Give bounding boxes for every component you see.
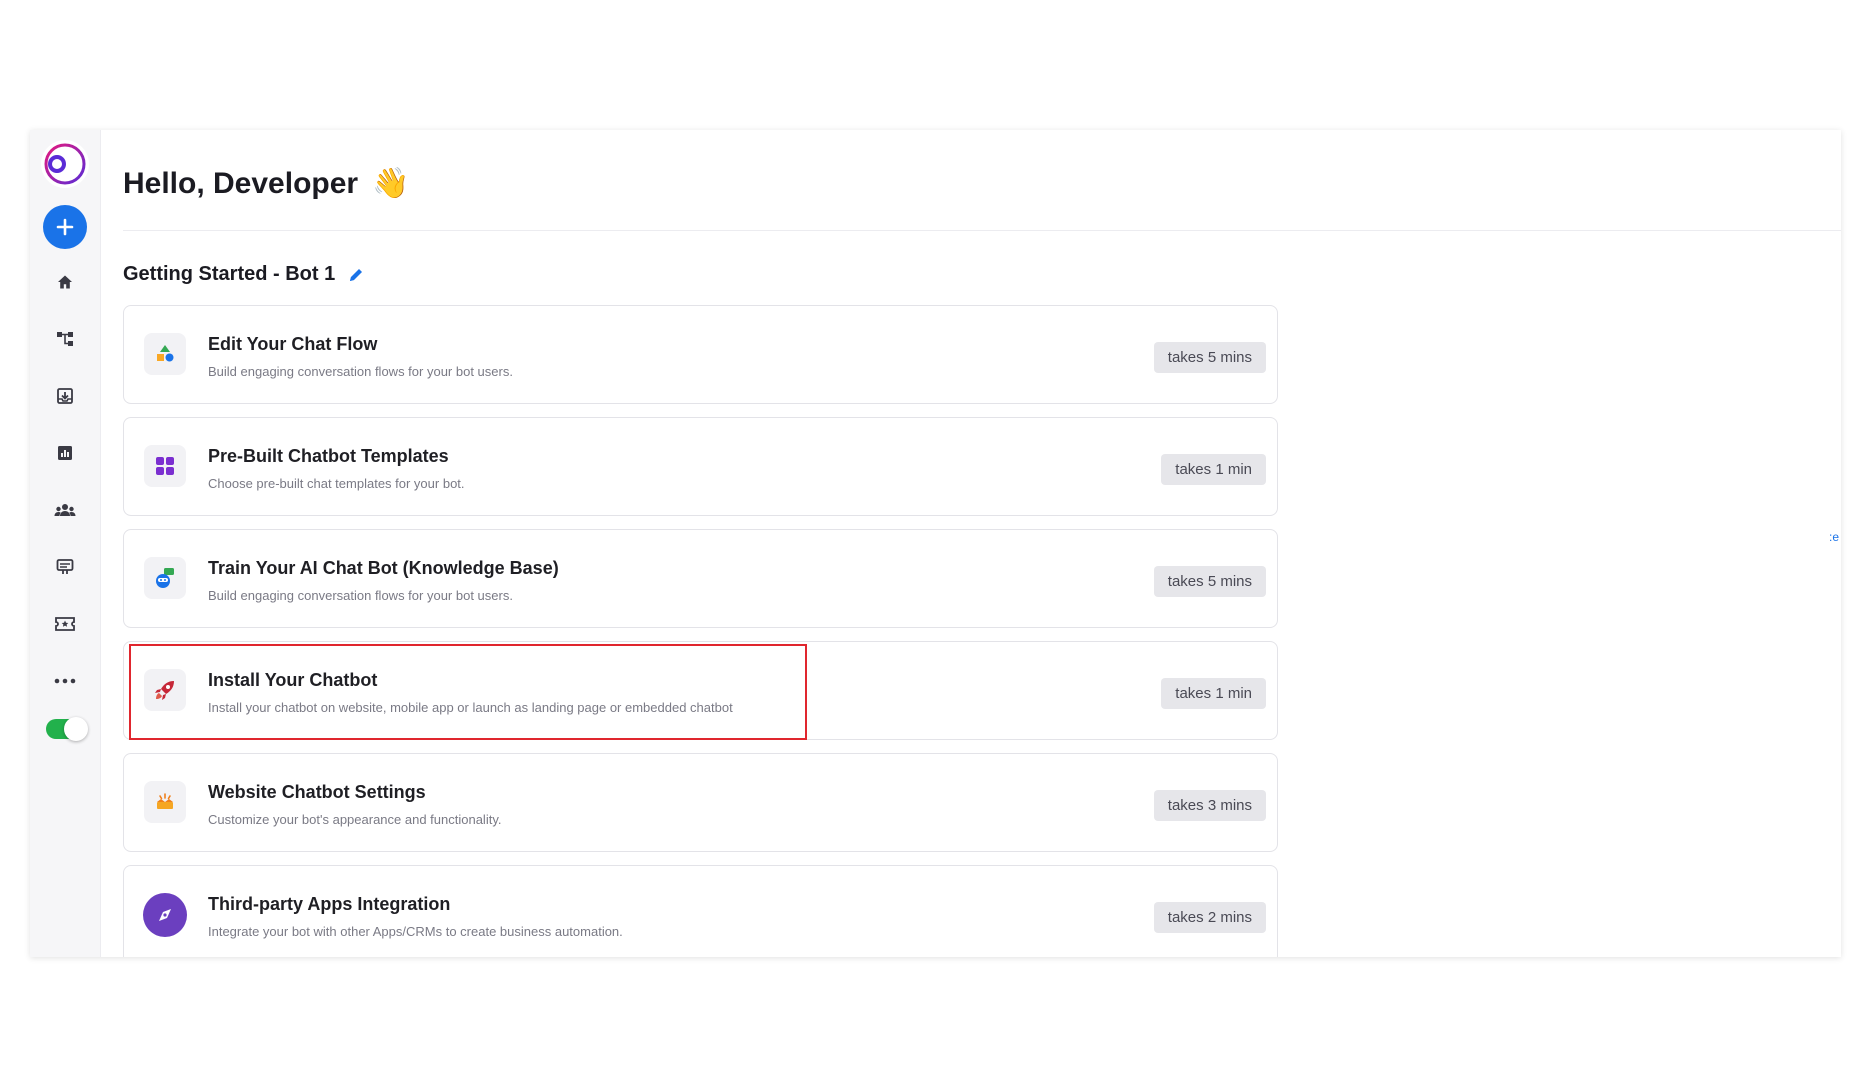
task-title: Third-party Apps Integration: [208, 894, 451, 914]
analytics-icon: [58, 446, 72, 460]
main-content: Hello, Developer 👋 Getting Started - Bot…: [101, 130, 1841, 957]
page-title: Hello, Developer 👋: [123, 166, 409, 201]
compass-icon: [143, 893, 187, 937]
task-card-templates[interactable]: Pre-Built Chatbot Templates Choose pre-b…: [123, 417, 1278, 516]
task-time-badge: takes 1 min: [1161, 678, 1266, 709]
pencil-icon: [350, 268, 363, 281]
task-description: Build engaging conversation flows for yo…: [208, 364, 513, 379]
rocket-icon: [144, 669, 186, 711]
users-icon: [54, 504, 76, 516]
add-button[interactable]: [43, 205, 87, 249]
sidebar-item-inbox[interactable]: [45, 376, 85, 416]
task-card-edit-chat-flow[interactable]: Edit Your Chat Flow Build engaging conve…: [123, 305, 1278, 404]
task-title: Pre-Built Chatbot Templates: [208, 446, 449, 466]
task-time-badge: takes 3 mins: [1153, 790, 1266, 821]
task-title: Website Chatbot Settings: [208, 782, 426, 802]
sidebar-item-flow[interactable]: [45, 319, 85, 359]
app-window: Hello, Developer 👋 Getting Started - Bot…: [30, 130, 1841, 957]
sidebar-item-users[interactable]: [45, 490, 85, 530]
task-time-badge: takes 1 min: [1161, 454, 1266, 485]
sidebar-item-analytics[interactable]: [45, 433, 85, 473]
task-card-train-ai[interactable]: Train Your AI Chat Bot (Knowledge Base) …: [123, 529, 1278, 628]
ticket-icon: [55, 617, 75, 631]
app-logo[interactable]: [41, 140, 89, 188]
section-title: Getting Started - Bot 1: [123, 263, 365, 286]
sidebar: [30, 130, 101, 957]
task-description: Choose pre-built chat templates for your…: [208, 476, 465, 491]
edit-bot-name-button[interactable]: [347, 266, 365, 284]
toggle-knob: [64, 717, 88, 741]
plus-icon: [56, 218, 74, 236]
task-description: Install your chatbot on website, mobile …: [208, 700, 733, 715]
edge-indicator-icon: :e: [1828, 530, 1839, 544]
greeting-text: Hello, Developer: [123, 166, 359, 200]
grid-icon: [144, 445, 186, 487]
getting-started-list: Edit Your Chat Flow Build engaging conve…: [123, 305, 1278, 957]
more-icon: [54, 678, 76, 684]
task-card-integrations[interactable]: Third-party Apps Integration Integrate y…: [123, 865, 1278, 957]
task-title: Edit Your Chat Flow: [208, 334, 378, 354]
task-title: Install Your Chatbot: [208, 670, 378, 690]
task-card-website-settings[interactable]: Website Chatbot Settings Customize your …: [123, 753, 1278, 852]
flow-icon: [57, 332, 73, 346]
highlight-box: [129, 644, 807, 740]
inbox-icon: [57, 388, 73, 404]
wave-emoji: 👋: [372, 167, 410, 200]
shapes-icon: [144, 333, 186, 375]
sidebar-item-more[interactable]: [45, 661, 85, 701]
task-description: Integrate your bot with other Apps/CRMs …: [208, 924, 623, 939]
task-time-badge: takes 5 mins: [1153, 566, 1266, 597]
task-description: Build engaging conversation flows for yo…: [208, 588, 513, 603]
task-time-badge: takes 5 mins: [1153, 342, 1266, 373]
sidebar-item-home[interactable]: [45, 262, 85, 302]
bot-active-toggle[interactable]: [46, 717, 88, 741]
chat-bot-icon: [144, 557, 186, 599]
sidebar-item-broadcast[interactable]: [45, 547, 85, 587]
task-card-install-chatbot[interactable]: Install Your Chatbot Install your chatbo…: [123, 641, 1278, 740]
sidebar-item-ticket[interactable]: [45, 604, 85, 644]
header-divider: [123, 230, 1841, 231]
task-title: Train Your AI Chat Bot (Knowledge Base): [208, 558, 559, 578]
bot-name: Getting Started - Bot 1: [123, 263, 336, 285]
crown-icon: [144, 781, 186, 823]
task-description: Customize your bot's appearance and func…: [208, 812, 502, 827]
broadcast-icon: [56, 559, 74, 574]
task-time-badge: takes 2 mins: [1153, 902, 1266, 933]
home-icon: [58, 275, 72, 289]
